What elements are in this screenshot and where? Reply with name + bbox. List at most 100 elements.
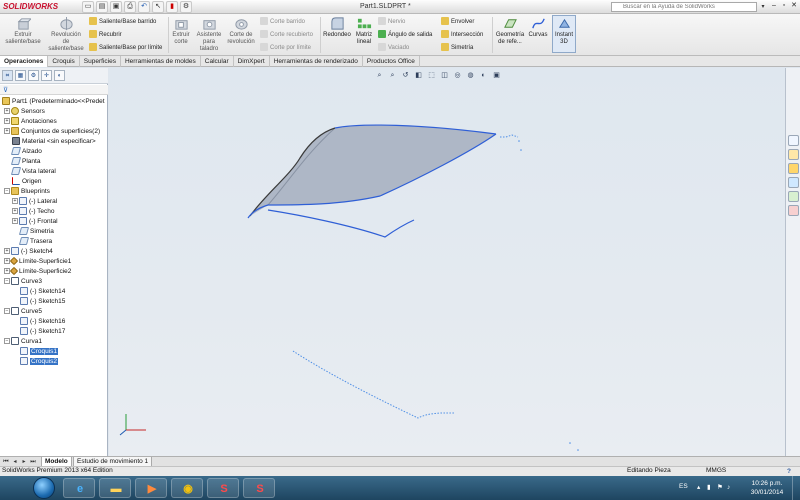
undo-icon[interactable]: ↶: [138, 1, 150, 13]
tree-filter-bar[interactable]: [0, 85, 108, 95]
prev-tab-icon[interactable]: ◂: [11, 458, 19, 466]
zoom-to-fit-icon[interactable]: ⌕: [374, 70, 385, 81]
intersect-button[interactable]: Intersección: [441, 30, 483, 40]
sketch-curve-lower[interactable]: [267, 209, 415, 238]
rebuild-icon[interactable]: ▮: [166, 1, 178, 13]
tree-item-sketch16[interactable]: (-) Sketch16: [20, 317, 65, 327]
expand-icon[interactable]: +: [4, 118, 10, 125]
tree-item-sketch4[interactable]: + (-) Sketch4: [4, 247, 53, 257]
tree-item-material[interactable]: Material <sin especificar>: [12, 137, 96, 147]
help-search-input[interactable]: [611, 2, 757, 12]
tree-item-curve3[interactable]: − Curve3: [4, 277, 42, 287]
tab-herramientas-moldes[interactable]: Herramientas de moldes: [121, 56, 201, 67]
swept-boss-button[interactable]: Saliente/Base barrido: [89, 17, 156, 27]
instant3d-button[interactable]: Instant 3D: [552, 15, 576, 53]
tree-item-conjuntos-superficies[interactable]: + Conjuntos de superficies(2): [4, 127, 100, 137]
select-icon[interactable]: ↖: [152, 1, 164, 13]
collapse-icon[interactable]: −: [4, 188, 10, 195]
tree-root[interactable]: Part1 (Predeterminado<<Predet: [2, 97, 105, 107]
windows-start-button[interactable]: [33, 477, 55, 499]
view-triad[interactable]: [118, 410, 152, 438]
tree-item-origen[interactable]: Origen: [12, 177, 42, 187]
design-library-icon[interactable]: [788, 149, 799, 160]
tab-calcular[interactable]: Calcular: [201, 56, 234, 67]
tree-item-frontal[interactable]: + (-) Frontal: [12, 217, 58, 227]
print-icon[interactable]: ⎙: [124, 1, 136, 13]
tree-item-lateral[interactable]: + (-) Lateral: [12, 197, 57, 207]
solidworks-logo[interactable]: SOLIDWORKS: [3, 2, 58, 11]
options-icon[interactable]: ⚙: [180, 1, 192, 13]
collapse-icon[interactable]: −: [4, 278, 10, 285]
taskbar-explorer[interactable]: ▬: [99, 478, 131, 498]
curves-button[interactable]: Curvas: [528, 16, 548, 39]
appearances-icon[interactable]: [788, 191, 799, 202]
property-manager-tab-icon[interactable]: ▦: [15, 70, 26, 81]
tree-item-croquis1[interactable]: Croquis1: [20, 347, 59, 357]
taskbar-clock[interactable]: 10:26 p.m. 30/01/2014: [746, 479, 788, 497]
tree-item-vista-lateral[interactable]: Vista lateral: [10, 167, 56, 177]
taskbar-media[interactable]: ▶: [135, 478, 167, 498]
dimxpert-manager-tab-icon[interactable]: ✛: [41, 70, 52, 81]
shell-button[interactable]: Vaciado: [378, 43, 409, 53]
display-manager-tab-icon[interactable]: ◐: [54, 70, 65, 81]
status-units[interactable]: MMGS: [706, 466, 726, 476]
apply-scene-icon[interactable]: ◐: [478, 70, 489, 81]
tray-arrow-icon[interactable]: ▴: [697, 484, 704, 491]
wrap-button[interactable]: Envolver: [441, 17, 474, 27]
feature-manager-tab-icon[interactable]: ⌗: [2, 70, 13, 81]
network-icon[interactable]: ▮: [707, 484, 714, 491]
boundary-boss-button[interactable]: Saliente/Base por límite: [89, 43, 162, 53]
restore-icon[interactable]: ▫: [780, 1, 788, 11]
tree-item-sketch14[interactable]: (-) Sketch14: [20, 287, 65, 297]
tab-dimxpert[interactable]: DimXpert: [234, 56, 270, 67]
view-orientation-icon[interactable]: ⬚: [426, 70, 437, 81]
taskbar-ie[interactable]: e: [63, 478, 95, 498]
expand-icon[interactable]: +: [12, 218, 18, 225]
save-icon[interactable]: ▣: [110, 1, 122, 13]
tree-item-blueprints[interactable]: − Blueprints: [4, 187, 50, 197]
file-explorer-icon[interactable]: [788, 163, 799, 174]
curve-point[interactable]: [520, 149, 522, 151]
tree-item-alzado[interactable]: Alzado: [10, 147, 42, 157]
boundary-cut-button[interactable]: Corte por límite: [260, 43, 311, 53]
fillet-button[interactable]: Redondeo: [322, 16, 352, 39]
mirror-button[interactable]: Simetría: [441, 43, 473, 53]
linear-pattern-button[interactable]: Matriz lineal: [353, 16, 375, 46]
tab-operaciones[interactable]: Operaciones: [0, 56, 49, 67]
model-viewport[interactable]: [109, 68, 785, 456]
lofted-cut-button[interactable]: Corte recubierto: [260, 30, 313, 40]
reference-geometry-button[interactable]: Geometría de refe...: [495, 16, 525, 46]
tree-item-techo[interactable]: + (-) Techo: [12, 207, 55, 217]
expand-icon[interactable]: +: [4, 248, 10, 255]
hole-wizard-button[interactable]: Asistente para taladro: [195, 16, 223, 53]
expand-icon[interactable]: +: [4, 128, 10, 135]
view-palette-icon[interactable]: [788, 177, 799, 188]
tree-item-curva1[interactable]: − Curva1: [4, 337, 42, 347]
view-settings-icon[interactable]: ▣: [491, 70, 502, 81]
curve-point[interactable]: [569, 442, 571, 444]
new-file-icon[interactable]: ▭: [82, 1, 94, 13]
last-tab-icon[interactable]: ⏭: [29, 458, 37, 466]
help-options-icon[interactable]: ▾: [758, 2, 768, 12]
tree-item-planta[interactable]: Planta: [10, 157, 40, 167]
open-file-icon[interactable]: ▤: [96, 1, 108, 13]
zoom-to-area-icon[interactable]: ⌕: [387, 70, 398, 81]
expand-icon[interactable]: +: [12, 198, 18, 205]
tree-item-trasera[interactable]: Trasera: [18, 237, 52, 247]
tab-productos-office[interactable]: Productos Office: [363, 56, 420, 67]
custom-properties-icon[interactable]: [788, 205, 799, 216]
previous-view-icon[interactable]: ↺: [400, 70, 411, 81]
surface-body[interactable]: [250, 125, 496, 216]
first-tab-icon[interactable]: ⏮: [2, 458, 10, 466]
tree-item-sketch17[interactable]: (-) Sketch17: [20, 327, 65, 337]
close-icon[interactable]: ✕: [790, 1, 798, 11]
solidworks-resources-icon[interactable]: [788, 135, 799, 146]
next-tab-icon[interactable]: ▸: [20, 458, 28, 466]
tree-item-croquis2[interactable]: Croquis2: [20, 357, 59, 367]
tab-herramientas-renderizado[interactable]: Herramientas de renderizado: [270, 56, 363, 67]
flag-icon[interactable]: ⚑: [717, 484, 724, 491]
collapse-icon[interactable]: −: [4, 308, 10, 315]
tab-superficies[interactable]: Superficies: [80, 56, 121, 67]
collapse-icon[interactable]: −: [4, 338, 10, 345]
hide-show-items-icon[interactable]: ◎: [452, 70, 463, 81]
